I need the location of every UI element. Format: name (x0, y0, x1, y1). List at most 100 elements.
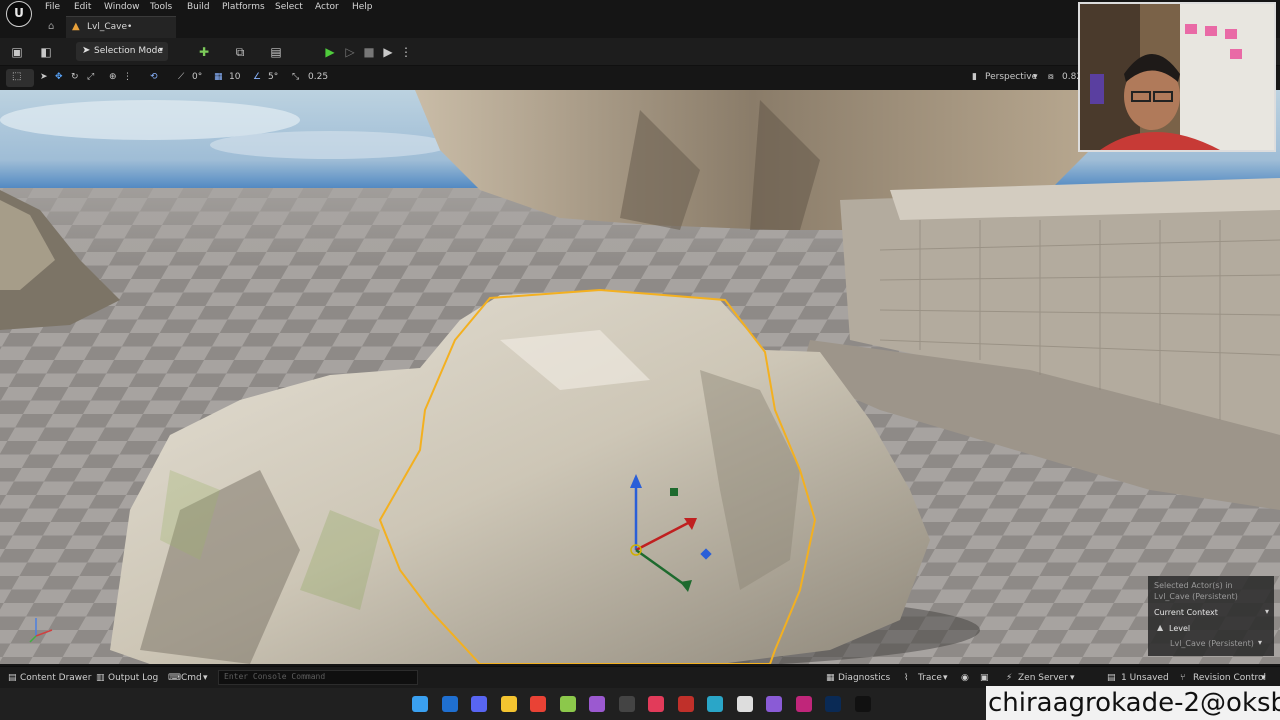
revision-control-button[interactable]: Revision Control (1193, 673, 1266, 683)
discord-icon[interactable] (471, 696, 487, 712)
scale-snap-icon[interactable]: ⤡ (292, 72, 299, 82)
content-drawer-button[interactable]: Content Drawer (20, 673, 91, 683)
menu-file[interactable]: File (45, 2, 60, 12)
photoshop-icon[interactable] (825, 696, 841, 712)
move-cursor-icon[interactable]: ➤ (40, 72, 48, 82)
camera-icon: ▮ (972, 72, 977, 82)
unreal-icon[interactable] (854, 696, 871, 712)
trace-button[interactable]: Trace (918, 673, 942, 683)
zen-server-button[interactable]: Zen Server (1018, 673, 1068, 683)
angle-snap-value[interactable]: 5° (268, 72, 278, 82)
sourcetree-icon[interactable] (707, 696, 723, 712)
scale-icon[interactable]: ⤢ (87, 72, 94, 82)
notepadpp-icon[interactable] (559, 696, 576, 712)
menu-build[interactable]: Build (187, 2, 210, 12)
step-icon[interactable]: ▷ (342, 44, 358, 60)
view-mode-dropdown[interactable]: Perspective (985, 72, 1037, 82)
grid-snap-value[interactable]: 10 (229, 72, 240, 82)
console-input[interactable]: Enter Console Command (218, 670, 418, 685)
diagnostics-button[interactable]: Diagnostics (838, 673, 890, 683)
stop-icon[interactable]: ■ (361, 44, 377, 60)
save-icon[interactable]: ▣ (9, 44, 25, 60)
chevron-down-icon[interactable]: ▾ (1070, 673, 1075, 683)
selected-info-line2: Lvl_Cave (Persistent) (1154, 592, 1238, 601)
chevron-down-icon[interactable]: ▾ (943, 673, 948, 683)
menu-tools[interactable]: Tools (150, 2, 172, 12)
level-value[interactable]: Lvl_Cave (Persistent) (1170, 639, 1254, 648)
snip-icon[interactable] (648, 696, 664, 712)
level-label: Level (1169, 624, 1191, 633)
world-icon[interactable]: ⊕ (109, 72, 117, 82)
status-bar: ▤ Content Drawer ▥ Output Log ⌨ Cmd ▾ En… (0, 666, 1280, 688)
scale-snap-value[interactable]: 0.25 (308, 72, 328, 82)
menu-select[interactable]: Select (275, 2, 303, 12)
more-icon[interactable]: ⋮ (398, 44, 414, 60)
cmd-icon: ⌨ (168, 673, 181, 683)
menu-actor[interactable]: Actor (315, 2, 339, 12)
webcam-feed (1080, 4, 1274, 150)
level-icon: ▲ (1157, 623, 1164, 632)
tab-lvl-cave[interactable]: ▲ Lvl_Cave• (66, 16, 176, 38)
obs-icon[interactable] (736, 696, 753, 712)
unreal-logo-icon[interactable]: U (6, 1, 32, 27)
camera-speed-icon[interactable]: ⧇ (1048, 72, 1054, 82)
explorer-icon[interactable] (500, 696, 517, 712)
add-actor-icon[interactable]: ✚ (196, 44, 212, 60)
rotate-snap-value[interactable]: 0° (192, 72, 202, 82)
transform-selection-box[interactable]: ⬚ (6, 69, 34, 87)
tab-title: Lvl_Cave• (87, 22, 133, 32)
rotate-snap-icon[interactable]: ⟋ (178, 72, 184, 82)
blueprint-icon[interactable]: ⧉ (232, 44, 248, 60)
more-icon[interactable]: ⋮ (123, 72, 132, 82)
github-icon[interactable] (589, 696, 605, 712)
cmd-dropdown[interactable]: Cmd (181, 673, 202, 683)
selected-info-line1: Selected Actor(s) in (1154, 581, 1233, 590)
unsaved-icon: ▤ (1107, 673, 1116, 683)
grid-snap-icon[interactable]: ▦ (214, 72, 223, 82)
cursor-icon: ➤ (82, 45, 91, 56)
level-viewport[interactable] (0, 90, 1280, 664)
record-icon[interactable]: ◉ (961, 673, 969, 683)
visual-studio-icon[interactable] (766, 696, 782, 712)
revision-control-icon: ⑂ (1180, 673, 1186, 683)
chevron-down-icon: ▾ (1033, 72, 1038, 82)
menu-platforms[interactable]: Platforms (222, 2, 265, 12)
output-log-icon: ▥ (96, 673, 105, 683)
menu-window[interactable]: Window (104, 2, 140, 12)
chevron-down-icon[interactable]: ▾ (1258, 638, 1262, 647)
selection-mode-label: Selection Mode (94, 46, 163, 56)
unsaved-button[interactable]: 1 Unsaved (1121, 673, 1169, 683)
current-context-panel: Selected Actor(s) in Lvl_Cave (Persisten… (1148, 576, 1274, 656)
menu-help[interactable]: Help (352, 2, 373, 12)
translate-icon[interactable]: ✥ (55, 72, 63, 82)
snapshot-icon[interactable]: ▣ (980, 673, 989, 683)
chevron-down-icon[interactable]: ▾ (1265, 607, 1269, 616)
play-icon[interactable]: ▶ (322, 44, 338, 60)
select-icon: ⬚ (12, 71, 22, 82)
windows-start-icon[interactable] (412, 696, 428, 712)
source-control-icon[interactable]: ◧ (38, 44, 54, 60)
webcam-overlay (1078, 2, 1276, 152)
terminal-icon[interactable] (618, 696, 635, 712)
rider-icon[interactable] (795, 696, 812, 712)
current-context-label: Current Context (1154, 608, 1218, 617)
chevron-down-icon[interactable]: ▾ (1261, 673, 1266, 683)
upi-watermark: chiraagrokade-2@oksbi (986, 686, 1280, 720)
menu-edit[interactable]: Edit (74, 2, 91, 12)
selection-mode-dropdown[interactable]: ➤ Selection Mode ▾ (76, 42, 168, 61)
diagnostics-icon: ▦ (826, 673, 835, 683)
cinematics-icon[interactable]: ▤ (268, 44, 284, 60)
surface-snap-icon[interactable]: ⟲ (150, 72, 158, 82)
rotate-icon[interactable]: ↻ (71, 72, 79, 82)
viewport-scene (0, 90, 1280, 664)
content-drawer-icon: ▤ (8, 673, 17, 683)
chrome-icon[interactable] (530, 696, 546, 712)
home-icon[interactable]: ⌂ (48, 21, 60, 33)
red-app-icon[interactable] (677, 696, 694, 712)
launch-icon[interactable]: ▶ (380, 44, 396, 60)
chevron-down-icon: ▾ (158, 45, 163, 54)
output-log-button[interactable]: Output Log (108, 673, 158, 683)
outlook-icon[interactable] (441, 696, 458, 712)
angle-snap-icon[interactable]: ∠ (253, 72, 261, 82)
chevron-down-icon[interactable]: ▾ (203, 673, 208, 683)
